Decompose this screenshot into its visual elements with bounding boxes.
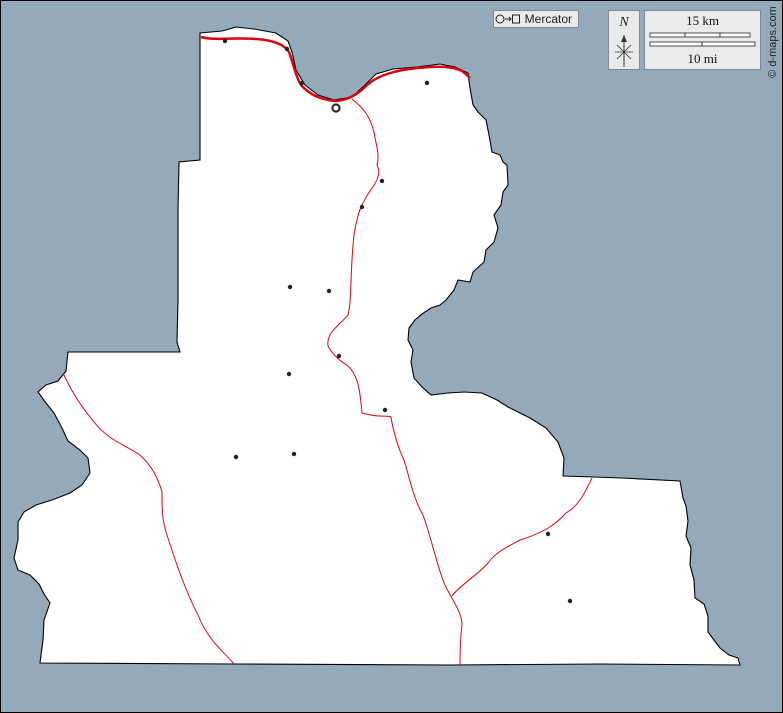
town-dot: [291, 451, 297, 457]
mi-bar-segment: [649, 41, 703, 47]
circle-to-square-icon: [495, 14, 520, 24]
scale-bar-box: 15 km 10 mi: [644, 10, 761, 70]
credit-label: © d-maps.com: [765, 4, 781, 80]
town-dot: [233, 454, 239, 460]
scale-bars: [649, 32, 756, 47]
km-bar-segment: [649, 32, 686, 38]
projection-label: Mercator: [524, 12, 572, 26]
km-bar-segment: [719, 32, 751, 38]
town-dot: [567, 598, 573, 604]
town-dot: [299, 80, 305, 86]
region-map: [0, 0, 783, 713]
capital-marker: [331, 103, 341, 113]
town-dot: [222, 38, 228, 44]
town-dot: [287, 284, 293, 290]
mi-bar-segment: [701, 41, 756, 47]
town-dot: [359, 204, 365, 210]
north-label: N: [619, 15, 629, 30]
town-dot: [424, 80, 430, 86]
projection-legend: Mercator: [493, 10, 579, 28]
scale-km-label: 15 km: [686, 13, 719, 28]
town-dot: [336, 353, 342, 359]
north-arrow-box: N: [608, 10, 640, 70]
compass-arrow-icon: [615, 35, 633, 67]
town-dot: [284, 46, 290, 52]
town-dot: [286, 371, 292, 377]
credit-text: © d-maps.com: [767, 6, 779, 78]
scale-mi-label: 10 mi: [687, 51, 718, 66]
town-dot: [545, 531, 551, 537]
km-bar-segment: [684, 32, 721, 38]
town-dot: [379, 178, 385, 184]
town-dot: [326, 288, 332, 294]
town-dot: [382, 407, 388, 413]
